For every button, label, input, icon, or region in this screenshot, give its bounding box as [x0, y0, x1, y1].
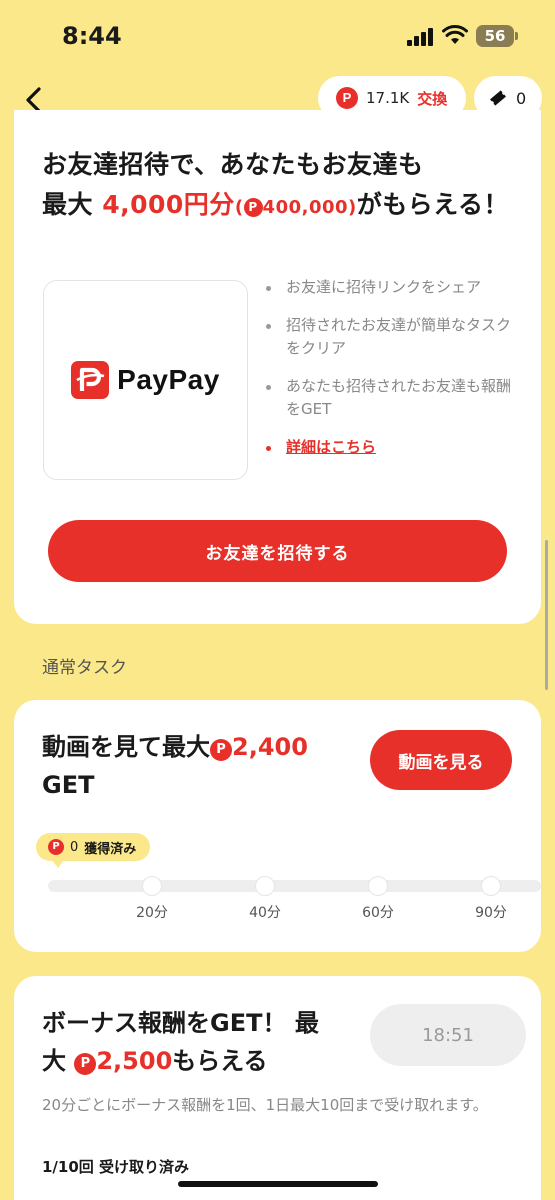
ticket-count: 0: [516, 88, 527, 108]
video-task-title: 動画を見て最大 P 2,400 GET: [42, 728, 362, 804]
acquired-points: 0: [70, 839, 79, 855]
home-indicator[interactable]: [178, 1181, 378, 1187]
invite-card: お友達招待で、あなたもお友達も 最大 4,000円分(P 400,000)がもらえ…: [14, 110, 541, 624]
section-label-regular-tasks: 通常タスク: [42, 658, 127, 678]
acquired-label: 獲得済み: [84, 841, 137, 857]
invite-steps: お友達に招待リンクをシェア 招待されたお友達が簡単なタスクをクリア あなたも招待…: [262, 276, 522, 474]
point-coin-icon: P: [243, 198, 263, 217]
point-coin-icon: P: [336, 87, 358, 109]
invite-title-line1: お友達招待で、あなたもお友達も: [42, 150, 424, 179]
video-title-suffix: GET: [42, 771, 95, 799]
bonus-title-points: 2,500: [96, 1047, 173, 1075]
bonus-timer-button[interactable]: 18:51: [370, 1004, 526, 1066]
milestone-marker: [481, 876, 501, 896]
invite-title-suffix: がもらえる！: [356, 190, 510, 219]
bonus-description: 20分ごとにボーナス報酬を1回、1日最大10回まで受け取れます。: [42, 1096, 488, 1114]
cellular-signal-icon: [407, 28, 435, 46]
point-coin-icon: P: [210, 739, 232, 761]
video-task-card: 動画を見て最大 P 2,400 GET 動画を見る P 0 獲得済み 20分 40分…: [14, 700, 541, 952]
milestone-marker: [142, 876, 162, 896]
points-open-paren: (: [234, 197, 244, 218]
invite-friends-button[interactable]: お友達を招待する: [48, 520, 507, 582]
status-bar: 8:44 56: [0, 0, 555, 70]
video-title-points: 2,400: [232, 733, 308, 761]
invite-title: お友達招待で、あなたもお友達も 最大 4,000円分(P 400,000)がもらえ…: [42, 145, 522, 228]
details-link[interactable]: 詳細はこちら: [262, 436, 522, 459]
watch-video-button[interactable]: 動画を見る: [370, 730, 512, 790]
ticket-icon: [490, 90, 506, 106]
point-coin-icon: P: [74, 1053, 97, 1075]
wifi-icon: [442, 25, 468, 44]
scrollbar[interactable]: [545, 540, 548, 690]
bonus-title-suffix: もらえる: [172, 1047, 268, 1075]
video-title-prefix: 動画を見て最大: [42, 733, 210, 761]
paypay-brand-name: PayPay: [117, 364, 220, 395]
milestone-label: 90分: [475, 905, 507, 921]
invite-step: 招待されたお友達が簡単なタスクをクリア: [262, 314, 522, 360]
milestone-label: 20分: [136, 905, 168, 921]
bonus-claimed-count: 1/10回 受け取り済み: [42, 1158, 190, 1176]
exchange-label: 交換: [417, 89, 448, 108]
point-coin-icon: P: [48, 839, 64, 855]
milestone-marker: [255, 876, 275, 896]
battery-icon: 56: [476, 25, 518, 47]
points-close-paren: ): [348, 197, 357, 218]
acquired-points-badge: P 0 獲得済み: [36, 833, 151, 868]
invite-step: あなたも招待されたお友達も報酬をGET: [262, 375, 522, 421]
invite-title-points: (P 400,000): [235, 197, 357, 218]
invite-step: お友達に招待リンクをシェア: [262, 276, 522, 299]
milestone-label: 40分: [249, 905, 281, 921]
status-time: 8:44: [62, 22, 122, 50]
milestone-label: 60分: [362, 905, 394, 921]
bonus-task-title: ボーナス報酬をGET！ 最大 P 2,500もらえる: [42, 1004, 342, 1080]
paypay-logo-icon: [71, 361, 110, 399]
paypay-logo-box: PayPay: [43, 280, 248, 480]
points-balance: 17.1K: [366, 89, 410, 107]
video-progress-track: [48, 880, 541, 892]
bonus-task-card: ボーナス報酬をGET！ 最大 P 2,500もらえる 18:51 20分ごとにボー…: [14, 976, 541, 1200]
invite-title-amount: 4,000円分: [102, 190, 235, 219]
invite-points-value: 400,000: [262, 197, 349, 218]
invite-title-prefix: 最大: [42, 190, 94, 219]
milestone-marker: [368, 876, 388, 896]
